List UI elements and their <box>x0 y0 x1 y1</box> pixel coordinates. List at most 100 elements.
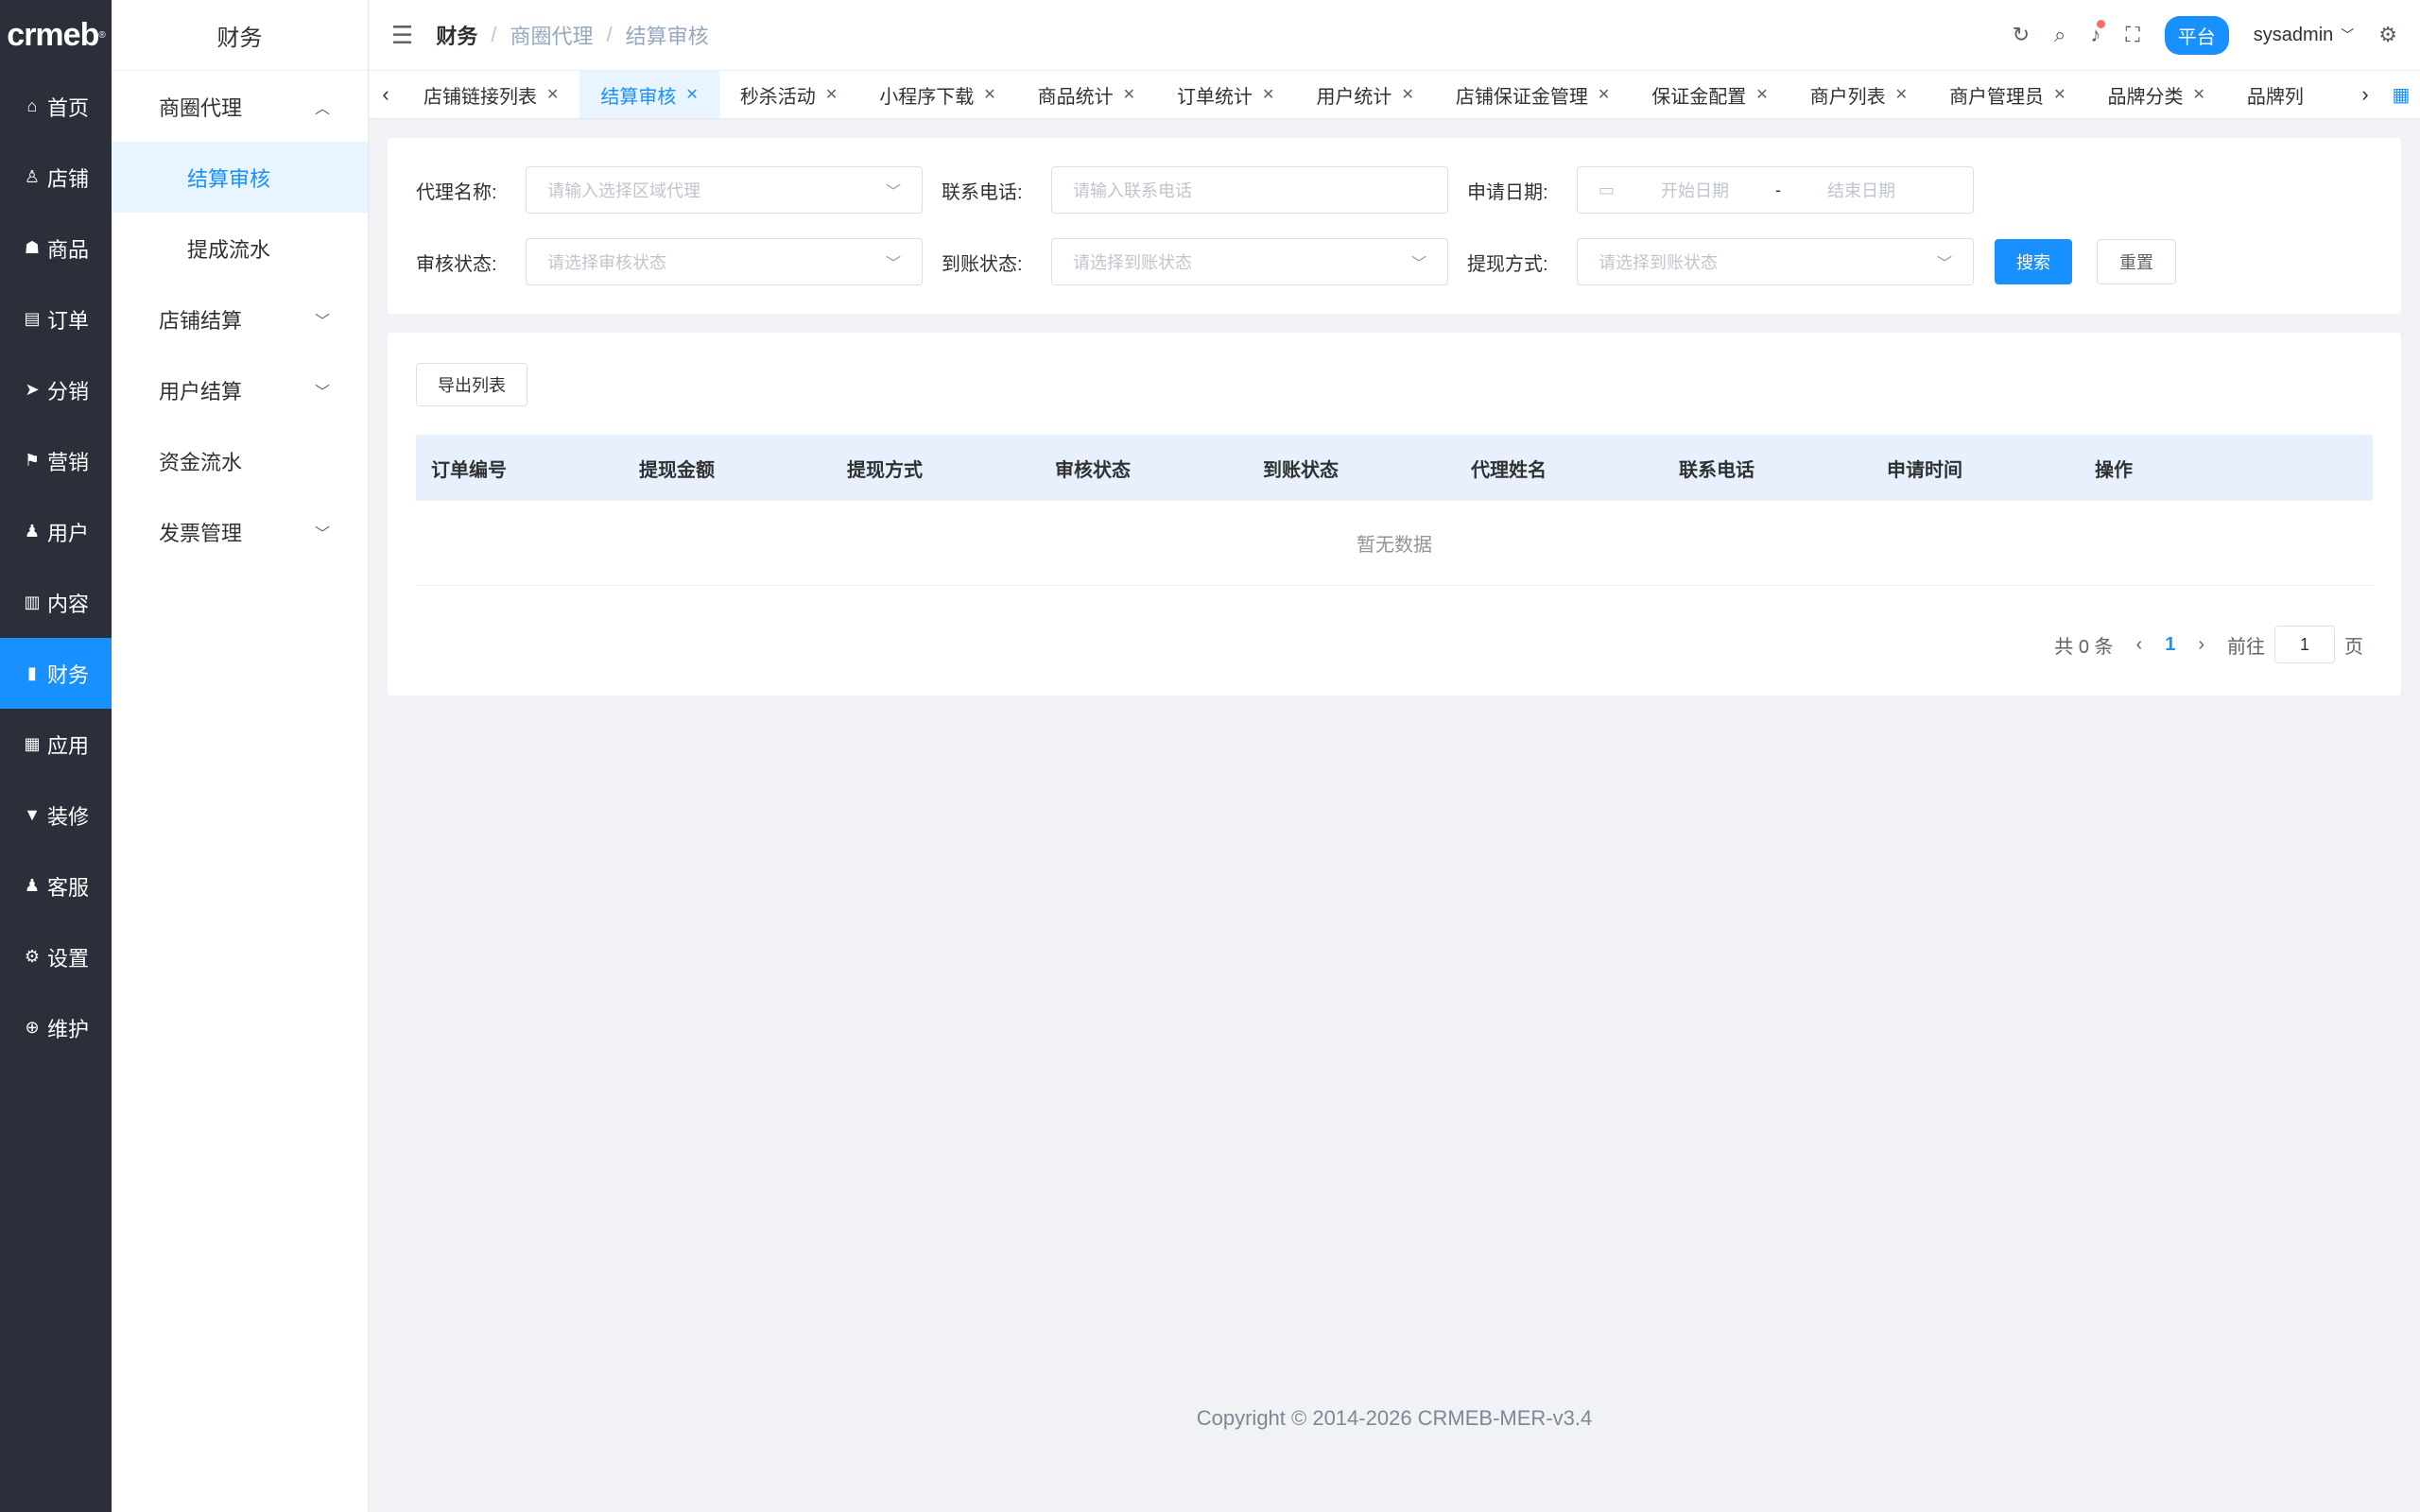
platform-badge[interactable]: 平台 <box>2164 15 2229 55</box>
main-nav-rail: crmeb ® ⌂ 首页 ♙ 店铺 ☗ 商品 ▤ 订单 ➤ 分销 ⚑ 营销 ♟ 用户 ▥ 内容 ▮… <box>0 0 112 1512</box>
close-icon[interactable]: ✕ <box>1755 85 1768 104</box>
prev-page-icon[interactable]: ‹ <box>2136 634 2143 656</box>
tag-item[interactable]: 店铺链接列表 ✕ <box>403 71 579 118</box>
column-audit-status: 审核状态 <box>1055 459 1131 481</box>
rail-item-content[interactable]: ▥ 内容 <box>0 567 112 638</box>
rail-label: 装修 <box>46 804 89 829</box>
scroll-left-icon[interactable]: ‹ <box>369 82 403 107</box>
tag-label: 保证金配置 <box>1651 86 1747 108</box>
tag-item[interactable]: 商户管理员 ✕ <box>1928 71 2086 118</box>
sidebar-group-store-settlement[interactable]: 店铺结算 ﹀ <box>112 284 368 354</box>
brush-icon: ▼ <box>24 805 41 824</box>
column-amount: 提现金额 <box>639 459 715 481</box>
refresh-icon[interactable]: ↻ <box>2013 23 2030 47</box>
tag-label: 店铺链接列表 <box>424 86 537 108</box>
tag-item[interactable]: 品牌分类 ✕ <box>2086 71 2225 118</box>
menu-toggle-icon[interactable]: ☰ <box>391 21 413 50</box>
close-icon[interactable]: ✕ <box>2053 85 2066 104</box>
column-actions: 操作 <box>2095 459 2133 481</box>
date-range-picker[interactable]: ▭ 开始日期 - 结束日期 <box>1577 166 1974 214</box>
headset-icon: ♟ <box>24 876 41 895</box>
search-button[interactable]: 搜索 <box>1995 239 2072 284</box>
agent-placeholder: 请输入选择区域代理 <box>547 181 700 200</box>
tag-item[interactable]: 用户统计 ✕ <box>1295 71 1434 118</box>
rail-item-finance[interactable]: ▮ 财务 <box>0 638 112 709</box>
sidebar-group-invoice[interactable]: 发票管理 ﹀ <box>112 496 368 567</box>
phone-input[interactable]: 请输入联系电话 <box>1051 166 1448 214</box>
rail-item-orders[interactable]: ▤ 订单 <box>0 284 112 354</box>
next-page-icon[interactable]: › <box>2198 634 2204 656</box>
arrival-status-select[interactable]: 请选择到账状态 ﹀ <box>1051 238 1448 285</box>
sidebar-group-user-settlement[interactable]: 用户结算 ﹀ <box>112 354 368 425</box>
rail-item-marketing[interactable]: ⚑ 营销 <box>0 425 112 496</box>
breadcrumb-item[interactable]: 商圈代理 <box>510 20 593 50</box>
maintenance-icon: ⊕ <box>25 1018 40 1037</box>
tag-item[interactable]: 保证金配置 ✕ <box>1631 71 1789 118</box>
close-icon[interactable]: ✕ <box>546 85 559 104</box>
user-menu[interactable]: sysadmin ﹀ <box>2254 25 2354 46</box>
tags-view-bar: ‹ 店铺链接列表 ✕ 结算审核 ✕ 秒杀活动 ✕ 小程序下载 ✕ 商品统计 ✕ 订单统计 ✕… <box>369 70 2420 119</box>
tag-item[interactable]: 商户列表 ✕ <box>1789 71 1928 118</box>
tags-menu-icon[interactable]: ▦ <box>2382 83 2420 107</box>
sidebar-group-agent[interactable]: 商圈代理 ︿ <box>112 71 368 142</box>
close-icon[interactable]: ✕ <box>1123 85 1135 104</box>
sub-sidebar: 财务 商圈代理 ︿ 结算审核 提成流水 店铺结算 ﹀ 用户结算 ﹀ 资金流水 发… <box>112 0 369 1512</box>
tag-item[interactable]: 小程序下载 ✕ <box>858 71 1016 118</box>
rail-item-distribution[interactable]: ➤ 分销 <box>0 354 112 425</box>
sidebar-item-commission-flow[interactable]: 提成流水 <box>112 213 368 284</box>
book-icon: ▥ <box>24 593 41 611</box>
chevron-down-icon: ﹀ <box>885 256 901 272</box>
close-icon[interactable]: ✕ <box>1895 85 1908 104</box>
tag-item[interactable]: 订单统计 ✕ <box>1156 71 1295 118</box>
tag-label: 结算审核 <box>600 86 677 108</box>
close-icon[interactable]: ✕ <box>1262 85 1274 104</box>
column-order-no: 订单编号 <box>431 459 507 481</box>
sidebar-item-fund-flow[interactable]: 资金流水 <box>112 425 368 496</box>
method-placeholder: 请选择到账状态 <box>1599 253 1718 272</box>
rail-item-home[interactable]: ⌂ 首页 <box>0 71 112 142</box>
tag-item[interactable]: 店铺保证金管理 ✕ <box>1435 71 1631 118</box>
rail-item-maintenance[interactable]: ⊕ 维护 <box>0 992 112 1063</box>
crmeb-logo[interactable]: crmeb ® <box>0 0 112 71</box>
user-icon: ♟ <box>24 522 41 541</box>
rail-label: 客服 <box>46 875 89 900</box>
search-form-card: 代理名称: 请输入选择区域代理 ﹀ 联系电话: 请输入联系电话 申请日期: ▭ … <box>388 138 2401 314</box>
page-number[interactable]: 1 <box>2165 634 2175 656</box>
bell-icon[interactable]: ♪ <box>2090 20 2106 47</box>
page-jump-input[interactable]: 1 <box>2274 626 2335 663</box>
close-icon[interactable]: ✕ <box>2192 85 2204 104</box>
agent-select[interactable]: 请输入选择区域代理 ﹀ <box>526 166 923 214</box>
rail-item-settings[interactable]: ⚙ 设置 <box>0 921 112 992</box>
rail-item-decoration[interactable]: ▼ 装修 <box>0 780 112 850</box>
close-icon[interactable]: ✕ <box>1598 85 1610 104</box>
audit-status-select[interactable]: 请选择审核状态 ﹀ <box>526 238 923 285</box>
tag-item-active[interactable]: 结算审核 ✕ <box>579 71 719 118</box>
close-icon[interactable]: ✕ <box>983 85 995 104</box>
tag-item[interactable]: 商品统计 ✕ <box>1017 71 1156 118</box>
fullscreen-icon[interactable]: ⛶ <box>2125 23 2139 47</box>
tag-item[interactable]: 秒杀活动 ✕ <box>719 71 858 118</box>
settings-gear-icon[interactable]: ⚙ <box>2378 23 2397 47</box>
reset-button[interactable]: 重置 <box>2097 239 2176 284</box>
tag-label: 商品统计 <box>1037 86 1114 108</box>
export-list-button[interactable]: 导出列表 <box>416 363 527 406</box>
search-icon[interactable]: ⌕ <box>2054 23 2066 47</box>
close-icon[interactable]: ✕ <box>825 85 838 104</box>
rail-item-products[interactable]: ☗ 商品 <box>0 213 112 284</box>
rail-item-service[interactable]: ♟ 客服 <box>0 850 112 921</box>
withdraw-method-select[interactable]: 请选择到账状态 ﹀ <box>1577 238 1974 285</box>
agent-label: 代理名称: <box>416 181 497 203</box>
sidebar-item-settlement-audit[interactable]: 结算审核 <box>112 142 368 213</box>
close-icon[interactable]: ✕ <box>685 85 698 104</box>
rail-item-store[interactable]: ♙ 店铺 <box>0 142 112 213</box>
rail-label: 首页 <box>46 95 89 120</box>
tag-item[interactable]: 品牌列 <box>2226 71 2325 118</box>
rail-item-users[interactable]: ♟ 用户 <box>0 496 112 567</box>
rail-item-apps[interactable]: ▦ 应用 <box>0 709 112 780</box>
scroll-right-icon[interactable]: › <box>2348 82 2382 107</box>
chevron-down-icon: ﹀ <box>314 525 330 542</box>
chevron-down-icon: ﹀ <box>1410 256 1426 272</box>
close-icon[interactable]: ✕ <box>1401 85 1413 104</box>
gear-icon: ⚙ <box>24 947 41 966</box>
copyright-footer: Copyright © 2014-2026 CRMEB-MER-v3.4 <box>1196 1406 1593 1430</box>
